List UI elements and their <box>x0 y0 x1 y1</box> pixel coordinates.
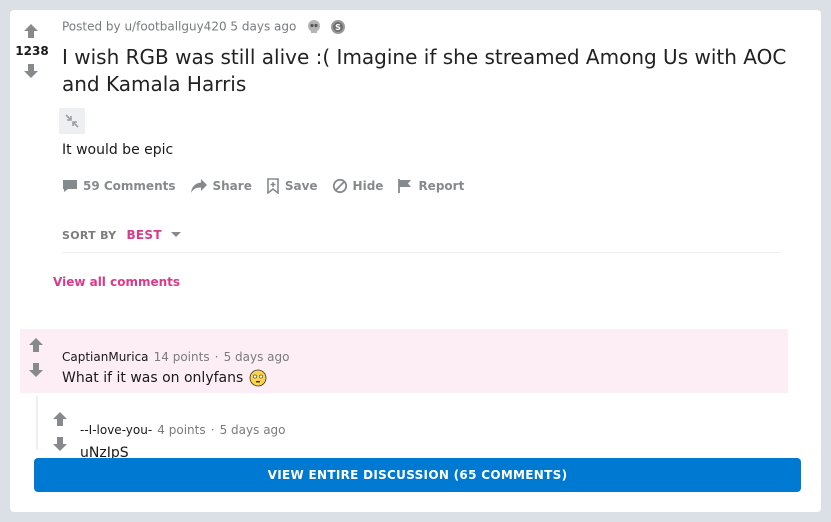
divider <box>62 252 781 253</box>
hide-icon <box>332 178 347 194</box>
report-button[interactable]: Report <box>397 178 464 194</box>
separator-dot: · <box>214 350 219 364</box>
upvote-arrow-icon[interactable] <box>52 411 68 427</box>
share-arrow-icon <box>190 179 207 193</box>
downvote-arrow-icon[interactable] <box>52 436 68 452</box>
posted-by-link[interactable]: Posted by u/footballguy420 <box>62 20 227 34</box>
collapse-arrows-icon <box>65 114 79 128</box>
share-label: Share <box>212 179 252 193</box>
svg-text:S: S <box>335 23 341 32</box>
caret-down-icon[interactable] <box>170 231 182 239</box>
comment-age: 5 days ago <box>219 423 286 437</box>
comment-header: CaptianMurica 14 points · 5 days ago <box>62 346 290 365</box>
save-button[interactable]: Save <box>266 178 318 194</box>
sort-control[interactable]: SORT BY BEST <box>62 228 182 242</box>
post-meta: Posted by u/footballguy420 5 days ago S <box>62 19 346 35</box>
comments-button[interactable]: 59 Comments <box>62 178 176 194</box>
comment-body: What if it was on onlyfans <box>62 369 267 387</box>
comment-author[interactable]: CaptianMurica <box>62 350 149 364</box>
flushed-face-icon <box>249 369 267 387</box>
save-label: Save <box>284 179 318 193</box>
comment-header: --I-love-you- 4 points · 5 days ago <box>80 419 286 438</box>
upvote-arrow-icon[interactable] <box>28 337 44 353</box>
post-title[interactable]: I wish RGB was still alive :( Imagine if… <box>62 44 802 98</box>
comments-label: 59 Comments <box>83 179 176 193</box>
award-skull-icon[interactable] <box>306 19 322 35</box>
hide-label: Hide <box>352 179 384 193</box>
comment-points: 14 points <box>153 350 210 364</box>
bookmark-icon <box>267 178 279 194</box>
comment-author[interactable]: --I-love-you- <box>80 423 152 437</box>
downvote-arrow-icon[interactable] <box>23 63 39 79</box>
post-score: 1238 <box>15 44 49 58</box>
expand-media-button[interactable] <box>59 108 85 134</box>
flag-icon <box>398 179 412 193</box>
downvote-arrow-icon[interactable] <box>28 362 44 378</box>
post-age: 5 days ago <box>230 19 297 34</box>
upvote-arrow-icon[interactable] <box>23 23 39 39</box>
separator-dot: · <box>210 423 215 437</box>
comment-points: 4 points <box>157 423 206 437</box>
sort-label: SORT BY <box>62 228 117 242</box>
comment-age: 5 days ago <box>223 350 290 364</box>
hide-button[interactable]: Hide <box>332 178 384 194</box>
post-actions: 59 Comments Share Save Hide Report <box>62 176 478 196</box>
award-coin-icon[interactable]: S <box>330 19 346 35</box>
sort-value[interactable]: BEST <box>126 228 161 242</box>
comment-text: What if it was on onlyfans <box>62 370 244 386</box>
post-body: It would be epic <box>62 142 174 158</box>
comment-highlighted: CaptianMurica 14 points · 5 days ago Wha… <box>20 329 788 393</box>
post-card: 1238 Posted by u/footballguy420 5 days a… <box>10 10 821 512</box>
comment-icon <box>63 180 77 192</box>
view-all-comments-link[interactable]: View all comments <box>53 275 180 289</box>
report-label: Report <box>418 179 465 193</box>
comment-reply: --I-love-you- 4 points · 5 days ago uNzI… <box>38 402 778 461</box>
view-entire-discussion-button[interactable]: VIEW ENTIRE DISCUSSION (65 COMMENTS) <box>34 458 801 492</box>
share-button[interactable]: Share <box>190 178 252 194</box>
